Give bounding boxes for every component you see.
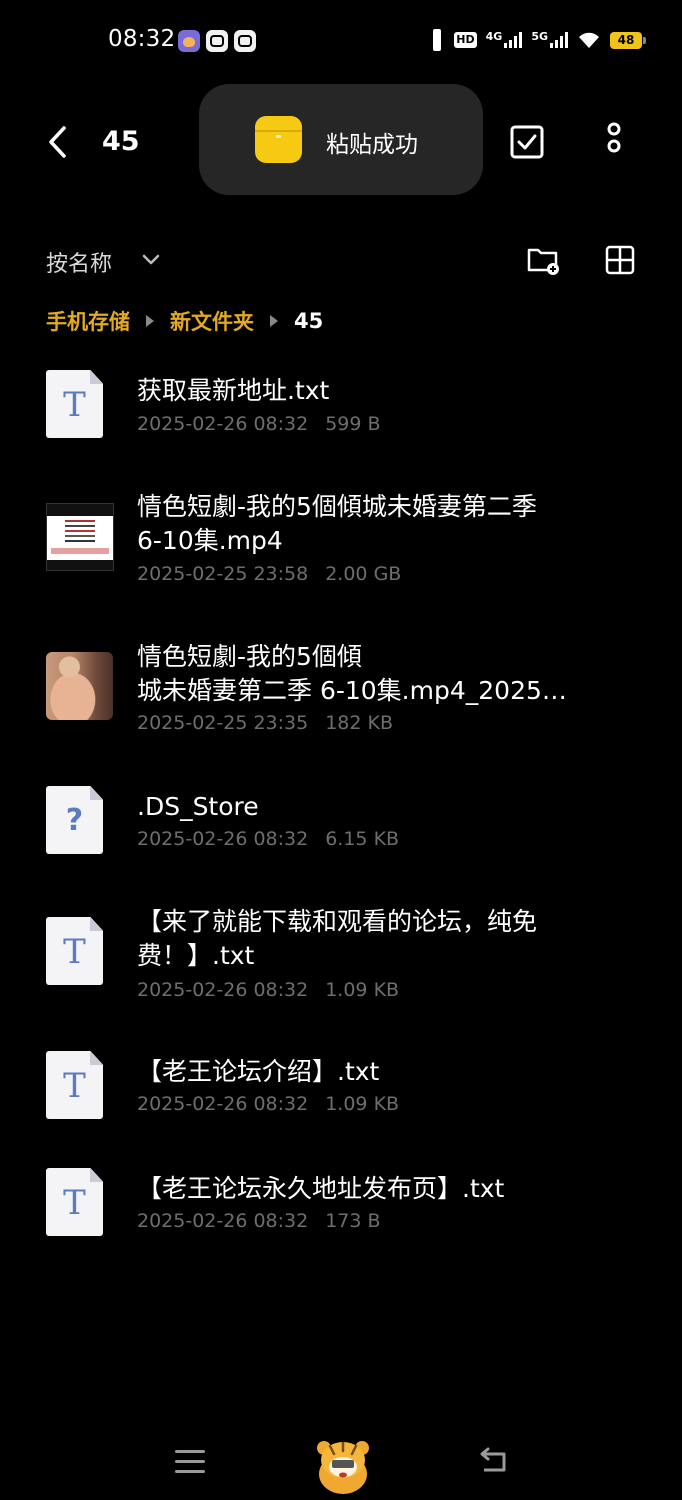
status-time: 08:32 [108,26,176,52]
signal-5g: 5G [531,30,568,48]
network-label: 4G [485,30,503,43]
chevron-left-icon[interactable] [44,124,74,160]
file-size: 182 KB [325,712,394,734]
file-name: 【老王论坛永久地址发布页】.txt [137,1174,505,1203]
text-file-icon: T [46,917,103,985]
vibrate-icon [429,28,445,52]
file-meta: 2025-02-26 08:32 173 B [137,1210,381,1232]
file-meta: 2025-02-26 08:32 6.15 KB [137,828,399,850]
signal-bars-icon [550,32,568,48]
file-name: 情色短劇-我的5個傾 城未婚妻第二季 6-10集.mp4_2025… [137,642,567,705]
navigation-bar [0,1420,682,1500]
more-vertical-icon[interactable] [600,122,628,162]
chevron-down-icon[interactable] [140,250,162,270]
status-bar: 08:32 HD 4G 5G 48 [0,0,682,84]
page-title: 45 [102,126,140,157]
file-size: 6.15 KB [325,828,400,850]
gamepad-icon [234,30,256,52]
file-meta: 2025-02-25 23:58 2.00 GB [137,563,401,585]
file-meta: 2025-02-26 08:32 1.09 KB [137,979,399,1001]
file-size: 173 B [325,1210,381,1232]
file-size: 1.09 KB [325,1093,400,1115]
hd-badge: HD [454,32,477,48]
file-size: 599 B [325,413,381,435]
file-item[interactable]: T 【老王论坛介绍】.txt 2025-02-26 08:32 1.09 KB [0,1045,682,1145]
sort-toolbar: 按名称 [0,236,682,286]
breadcrumb-separator-icon [146,315,154,327]
text-file-icon: T [46,370,103,438]
breadcrumb-separator-icon [270,315,278,327]
file-item[interactable]: 情色短劇-我的5個傾 城未婚妻第二季 6-10集.mp4_2025… 2025-… [0,630,682,770]
sort-by-name-button[interactable]: 按名称 [46,246,112,278]
text-file-icon: T [46,1051,103,1119]
file-name: .DS_Store [137,792,259,821]
file-date: 2025-02-26 08:32 [137,979,309,1001]
system-icons: HD 4G 5G 48 [429,28,646,52]
breadcrumb-phone-storage[interactable]: 手机存储 [46,306,130,336]
menu-icon[interactable] [175,1450,205,1474]
file-date: 2025-02-26 08:32 [137,413,309,435]
battery-icon: 48 [610,31,646,49]
file-meta: 2025-02-25 23:35 182 KB [137,712,393,734]
network-label: 5G [531,30,548,43]
checkbox-icon[interactable] [509,124,545,160]
file-date: 2025-02-25 23:58 [137,563,309,585]
grid-view-icon[interactable] [604,244,636,276]
toast: 粘贴成功 [199,84,483,195]
wifi-icon [579,32,599,48]
file-date: 2025-02-26 08:32 [137,1093,309,1115]
image-thumbnail [46,652,113,720]
breadcrumb-new-folder[interactable]: 新文件夹 [170,306,254,336]
text-file-icon: T [46,1168,103,1236]
file-name: 获取最新地址.txt [137,376,330,405]
file-date: 2025-02-25 23:35 [137,712,309,734]
signal-bars-icon [504,32,523,48]
file-name: 【来了就能下载和观看的论坛，纯免 费！】.txt [137,907,538,970]
file-date: 2025-02-26 08:32 [137,1210,309,1232]
notification-icons [178,30,256,52]
file-item[interactable]: T 【老王论坛永久地址发布页】.txt 2025-02-26 08:32 173… [0,1162,682,1262]
breadcrumb: 手机存储 新文件夹 45 [46,305,323,337]
file-name: 【老王论坛介绍】.txt [137,1057,380,1086]
video-thumbnail [46,503,114,571]
file-size: 1.09 KB [325,979,400,1001]
toast-message: 粘贴成功 [326,132,418,158]
file-item[interactable]: T 获取最新地址.txt 2025-02-26 08:32 599 B [0,355,682,475]
tiger-mascot-icon[interactable] [310,1434,376,1496]
clipboard-folder-icon [255,116,302,163]
breadcrumb-current: 45 [294,309,324,333]
file-name: 情色短劇-我的5個傾城未婚妻第二季 6-10集.mp4 [137,492,537,555]
signal-4g: 4G [485,30,523,48]
new-folder-icon[interactable] [526,244,560,276]
unknown-file-icon: ? [46,786,103,854]
file-date: 2025-02-26 08:32 [137,828,309,850]
file-item[interactable]: T 【来了就能下载和观看的论坛，纯免 费！】.txt 2025-02-26 08… [0,897,682,1027]
file-item[interactable]: 情色短劇-我的5個傾城未婚妻第二季 6-10集.mp4 2025-02-25 2… [0,480,682,620]
game-app-icon [178,30,200,52]
file-size: 2.00 GB [325,563,402,585]
file-item[interactable]: ? .DS_Store 2025-02-26 08:32 6.15 KB [0,780,682,890]
gamepad-icon [206,30,228,52]
file-meta: 2025-02-26 08:32 599 B [137,413,381,435]
header: 45 粘贴成功 [0,84,682,200]
file-meta: 2025-02-26 08:32 1.09 KB [137,1093,399,1115]
return-icon[interactable] [476,1446,510,1476]
